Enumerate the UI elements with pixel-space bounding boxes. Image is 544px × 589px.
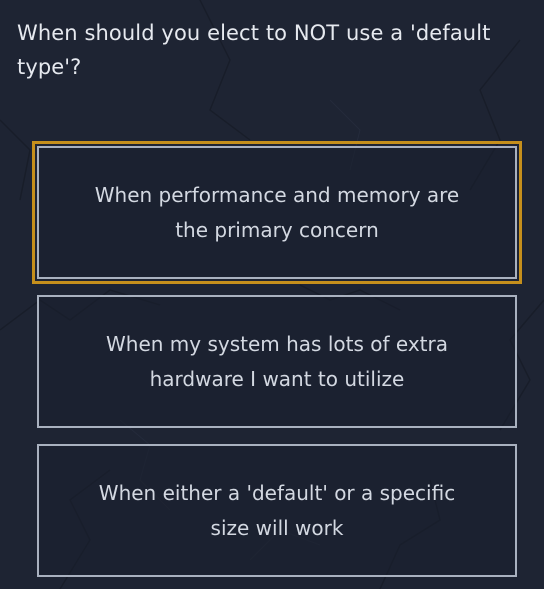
answer-option-label: When either a 'default' or a specific si… bbox=[98, 480, 456, 540]
answer-option-label: When my system has lots of extra hardwar… bbox=[106, 331, 448, 391]
answer-option-label: When performance and memory are the prim… bbox=[94, 182, 460, 242]
question-text: When should you elect to NOT use a 'defa… bbox=[17, 21, 491, 79]
answer-option-2[interactable]: When my system has lots of extra hardwar… bbox=[37, 295, 517, 428]
answer-option-3[interactable]: When either a 'default' or a specific si… bbox=[37, 444, 517, 577]
answer-option-1[interactable]: When performance and memory are the prim… bbox=[32, 141, 522, 284]
